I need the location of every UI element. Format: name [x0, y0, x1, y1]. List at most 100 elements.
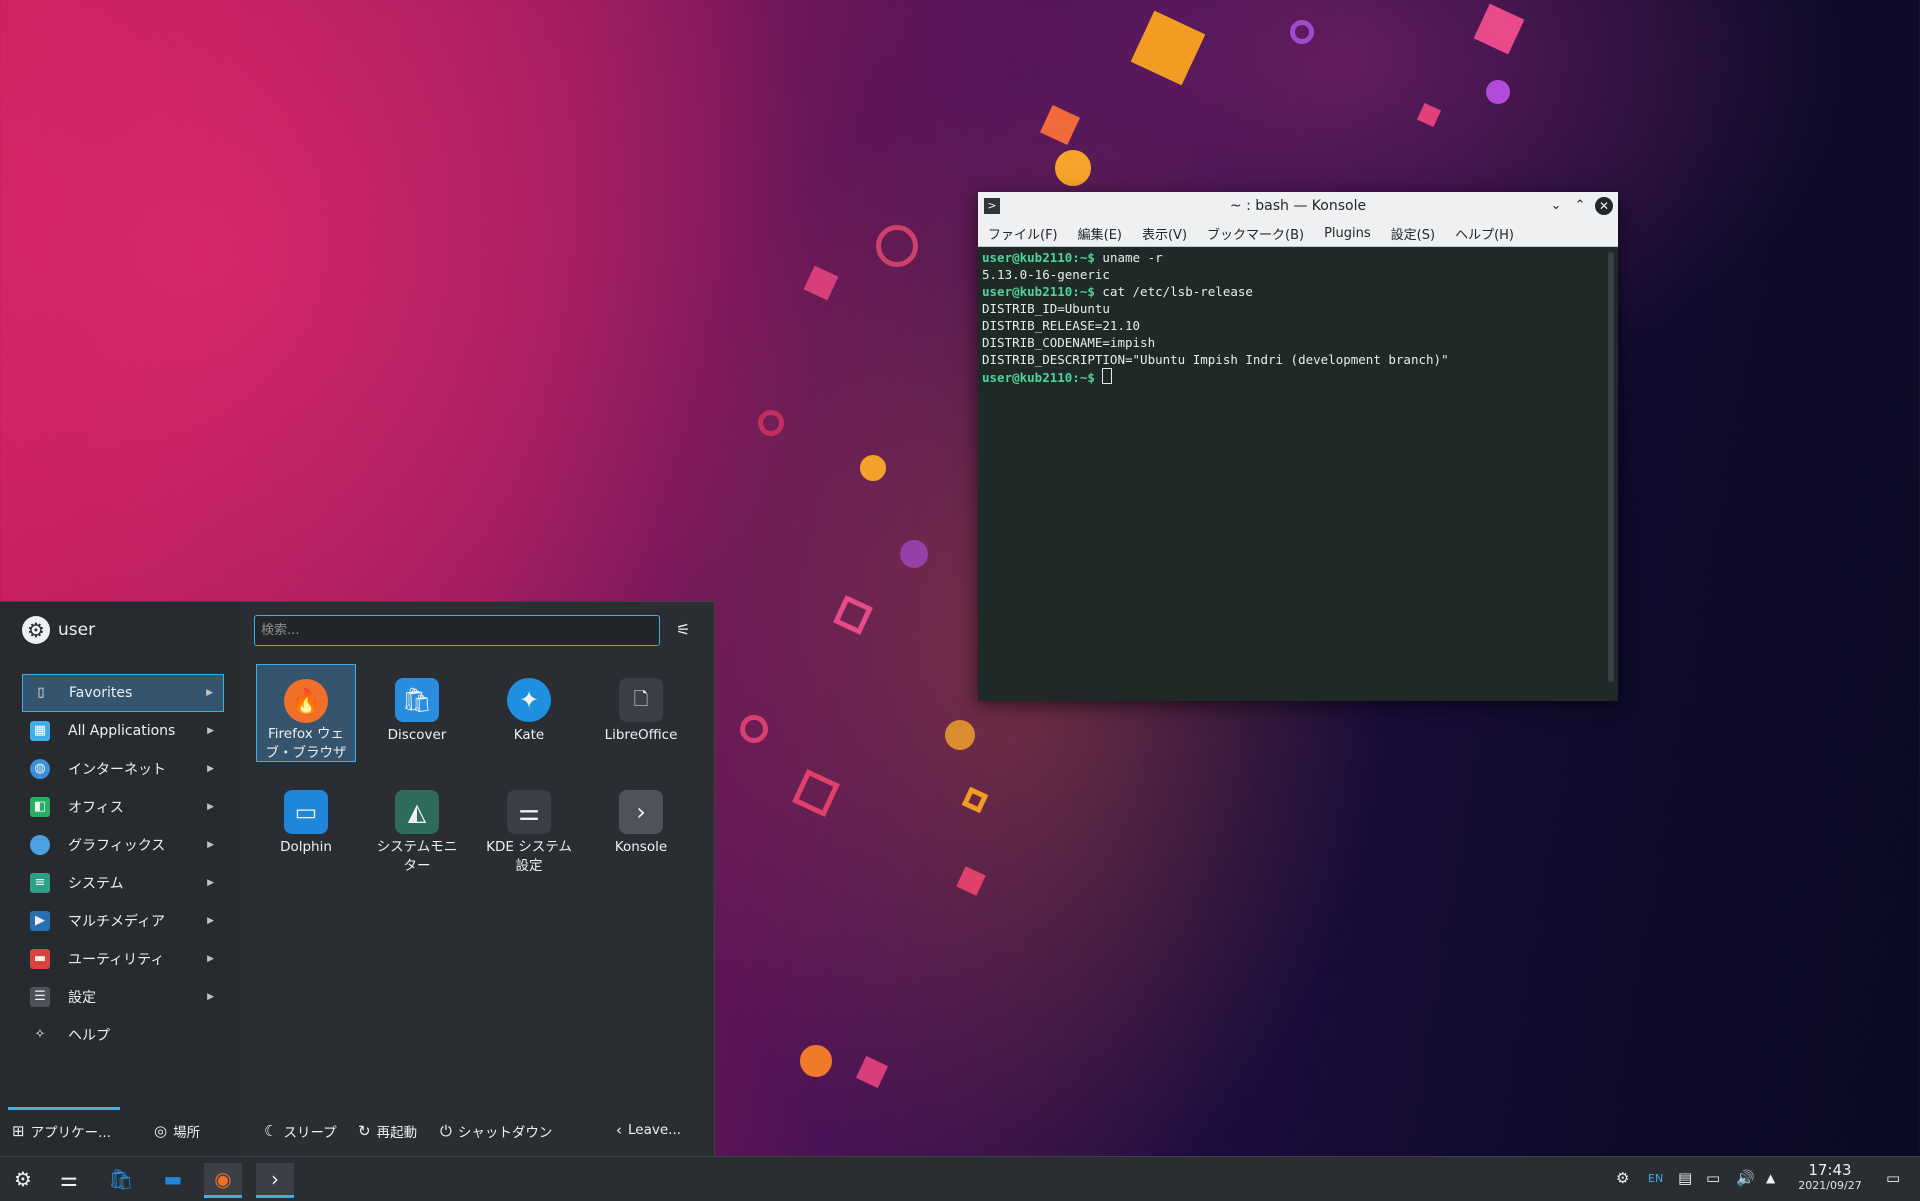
app-kate[interactable]: ✦ Kate [479, 664, 579, 762]
menu-settings[interactable]: 設定(S) [1391, 224, 1435, 243]
category-label: インターネット [68, 762, 166, 778]
firefox-icon: 🔥 [284, 679, 328, 723]
category-label: グラフィックス [68, 838, 166, 854]
search-input[interactable]: 検索... [254, 615, 660, 646]
tab-places[interactable]: ◎ 場所 [154, 1121, 200, 1141]
tab-label: 場所 [173, 1125, 201, 1141]
app-dolphin[interactable]: ▭ Dolphin [256, 776, 356, 874]
power-icon: ⏻ [440, 1122, 452, 1140]
terminal-line: DISTRIB_RELEASE=21.10 [982, 318, 1141, 333]
terminal-scrollbar[interactable] [1608, 252, 1614, 682]
chevron-right-icon: ▶ [207, 764, 214, 774]
restart-icon: ↻ [358, 1122, 371, 1140]
globe-icon: ◍ [30, 759, 50, 779]
user-avatar-icon: ⚙ [22, 616, 50, 644]
konsole-icon[interactable]: › [256, 1163, 294, 1198]
chevron-right-icon: ▶ [206, 688, 213, 698]
clipboard-icon[interactable]: ▤ [1678, 1169, 1692, 1187]
close-icon[interactable]: ✕ [1595, 197, 1613, 215]
terminal-output[interactable]: user@kub2110:~$ uname -r 5.13.0-16-gener… [978, 247, 1618, 701]
user-header[interactable]: ⚙ user [22, 616, 95, 644]
tray-expand-icon[interactable]: ▲ [1766, 1171, 1775, 1185]
konsole-icon: › [619, 790, 663, 834]
settings-sliders-icon[interactable]: ⚌ [50, 1163, 88, 1195]
clock[interactable]: 17:43 2021/09/27 [1790, 1161, 1870, 1193]
menu-bookmarks[interactable]: ブックマーク(B) [1207, 224, 1304, 243]
settings-icon: ☰ [30, 987, 50, 1007]
multimedia-icon: ▶ [30, 911, 50, 931]
clock-time: 17:43 [1808, 1161, 1852, 1179]
category-list: ▯ Favorites ▶ ▦ All Applications ▶ ◍ インタ… [22, 674, 224, 1054]
category-graphics[interactable]: グラフィックス ▶ [22, 826, 224, 864]
menu-view[interactable]: 表示(V) [1142, 224, 1187, 243]
filter-options-icon[interactable]: ⚟ [676, 620, 690, 639]
shutdown-button[interactable]: ⏻ シャットダウン [440, 1121, 552, 1141]
category-help[interactable]: ✧ ヘルプ [22, 1016, 224, 1054]
discover-icon: 🛍 [395, 678, 439, 722]
kate-icon: ✦ [507, 678, 551, 722]
grid-icon: ▦ [30, 721, 50, 741]
category-settings[interactable]: ☰ 設定 ▶ [22, 978, 224, 1016]
compass-icon: ◎ [154, 1122, 168, 1140]
kickoff-icon[interactable]: ⚙ [4, 1163, 42, 1195]
menu-file[interactable]: ファイル(F) [988, 224, 1058, 243]
app-label: LibreOffice [604, 727, 678, 743]
app-label: Discover [387, 727, 447, 743]
app-system-monitor[interactable]: ◭ システムモニ ター [367, 776, 467, 874]
app-libreoffice[interactable]: 🗋 LibreOffice [591, 664, 691, 762]
dolphin-icon[interactable]: ▬ [154, 1163, 192, 1195]
category-system[interactable]: ≡ システム ▶ [22, 864, 224, 902]
app-firefox[interactable]: 🔥 Firefox ウェ ブ・ブラウザ [256, 664, 356, 762]
chevron-right-icon: ▶ [207, 726, 214, 736]
libreoffice-icon: 🗋 [619, 678, 663, 722]
application-launcher: ⚙ user ▯ Favorites ▶ ▦ All Applications … [0, 601, 715, 1157]
help-icon: ✧ [34, 1027, 46, 1042]
category-label: 設定 [68, 990, 96, 1006]
tab-applications[interactable]: ⊞ アプリケー... [12, 1121, 111, 1141]
network-icon[interactable]: ▭ [1706, 1169, 1720, 1187]
volume-icon[interactable]: 🔊 [1736, 1169, 1755, 1187]
app-discover[interactable]: 🛍 Discover [367, 664, 467, 762]
active-tab-indicator [8, 1107, 120, 1110]
category-favorites[interactable]: ▯ Favorites ▶ [22, 674, 224, 712]
terminal-line: DISTRIB_ID=Ubuntu [982, 301, 1110, 316]
discover-icon[interactable]: 🛍 [102, 1163, 140, 1195]
app-label: Kate [513, 727, 545, 743]
app-kde-system-settings[interactable]: ⚌ KDE システム 設定 [479, 776, 579, 874]
menu-edit[interactable]: 編集(E) [1078, 224, 1122, 243]
terminal-line: DISTRIB_DESCRIPTION="Ubuntu Impish Indri… [982, 352, 1449, 367]
konsole-window[interactable]: > ~ : bash — Konsole ⌄ ⌃ ✕ ファイル(F) 編集(E)… [978, 192, 1618, 701]
category-multimedia[interactable]: ▶ マルチメディア ▶ [22, 902, 224, 940]
taskbar: ⚙ ⚌ 🛍 ▬ ◉ › ⚙ EN ▤ ▭ 🔊 ▲ 17:43 2021/09/2… [0, 1156, 1920, 1201]
terminal-line: user@kub2110:~$ cat /etc/lsb-release [982, 284, 1253, 299]
app-label: KDE システム 設定 [486, 839, 572, 874]
category-label: Favorites [69, 685, 133, 701]
tab-label: アプリケー... [30, 1125, 111, 1141]
category-utilities[interactable]: ▬ ユーティリティ ▶ [22, 940, 224, 978]
chevron-right-icon: ▶ [207, 954, 214, 964]
network-share-icon[interactable]: ⚙ [1616, 1169, 1629, 1187]
leave-icon: ‹ [616, 1121, 622, 1139]
menu-help[interactable]: ヘルプ(H) [1455, 224, 1514, 243]
firefox-icon[interactable]: ◉ [204, 1163, 242, 1198]
category-office[interactable]: ◧ オフィス ▶ [22, 788, 224, 826]
leave-button[interactable]: ‹ Leave... [616, 1121, 681, 1139]
app-konsole[interactable]: › Konsole [591, 776, 691, 874]
sleep-button[interactable]: ☾ スリープ [264, 1121, 337, 1141]
office-icon: ◧ [30, 797, 50, 817]
keyboard-layout-indicator[interactable]: EN [1648, 1172, 1663, 1185]
button-label: シャットダウン [457, 1125, 553, 1141]
category-internet[interactable]: ◍ インターネット ▶ [22, 750, 224, 788]
konsole-menubar: ファイル(F) 編集(E) 表示(V) ブックマーク(B) Plugins 設定… [978, 220, 1618, 247]
launcher-footer: ⊞ アプリケー... ◎ 場所 ☾ スリープ ↻ 再起動 ⏻ シャットダウン ‹… [0, 1101, 714, 1157]
menu-plugins[interactable]: Plugins [1324, 226, 1371, 241]
show-desktop-icon[interactable]: ▭ [1886, 1169, 1900, 1187]
category-all-applications[interactable]: ▦ All Applications ▶ [22, 712, 224, 750]
app-label: Konsole [614, 839, 668, 855]
restart-button[interactable]: ↻ 再起動 [358, 1121, 417, 1141]
button-label: Leave... [628, 1122, 682, 1138]
minimize-icon[interactable]: ⌄ [1546, 196, 1566, 216]
sleep-icon: ☾ [264, 1122, 278, 1140]
konsole-titlebar[interactable]: > ~ : bash — Konsole ⌄ ⌃ ✕ [978, 192, 1618, 220]
maximize-icon[interactable]: ⌃ [1570, 196, 1590, 216]
